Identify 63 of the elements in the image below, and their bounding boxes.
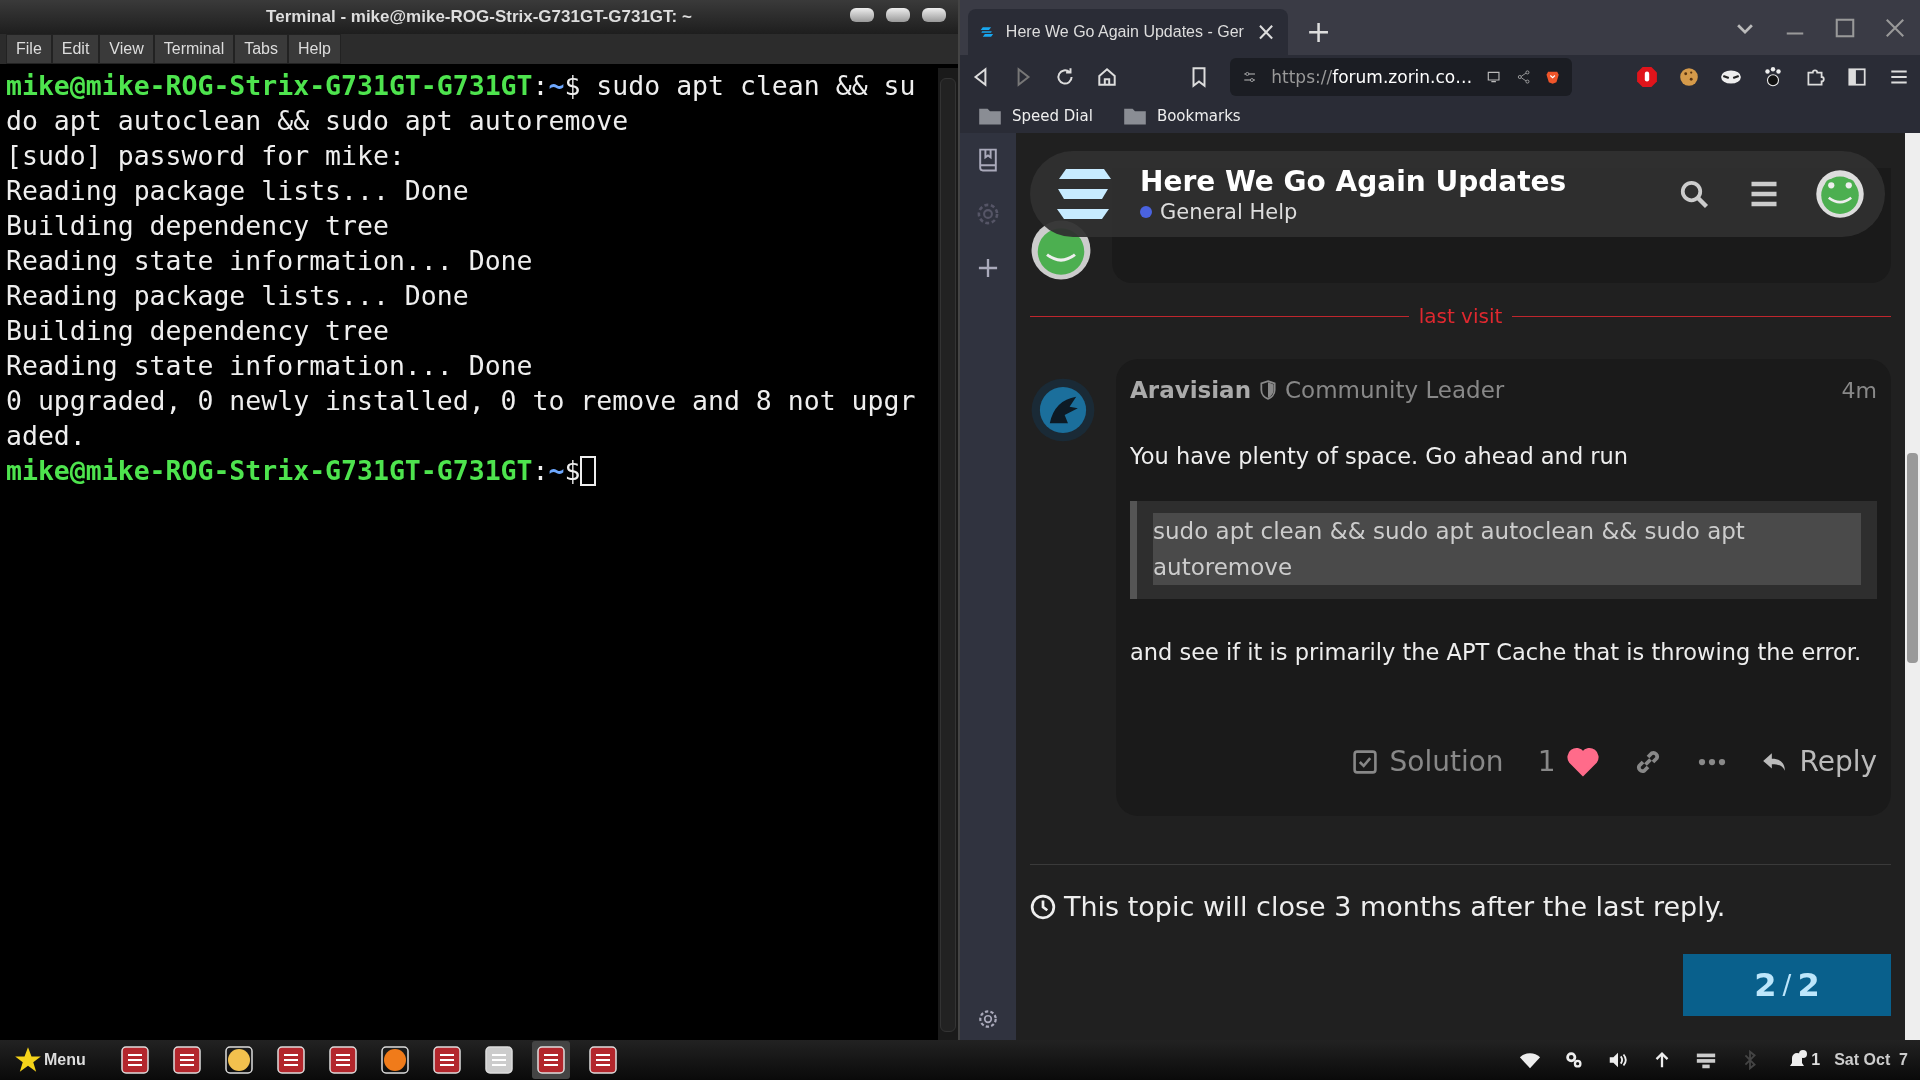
window-title: Terminal - mike@mike-ROG-Strix-G731GT-G731GT: ~ <box>266 7 692 27</box>
cookie-icon[interactable] <box>1678 66 1700 88</box>
terminal-line: do apt autoclean && sudo apt autoremove <box>6 104 630 138</box>
terminal-line: Building dependency tree <box>6 314 390 348</box>
close-icon[interactable] <box>1884 17 1906 39</box>
terminal-line: Reading package lists... Done <box>6 174 470 208</box>
terminal-line: 0 upgraded, 0 newly installed, 0 to remove and 8 not upgr <box>6 384 917 418</box>
share-icon[interactable] <box>1515 67 1531 87</box>
checkbox-icon <box>1351 748 1378 775</box>
topic-title[interactable]: Here We Go Again Updates <box>1140 164 1567 198</box>
menu-item[interactable]: Terminal <box>153 34 235 64</box>
author-name[interactable]: Aravisian <box>1130 377 1251 403</box>
menu-item[interactable]: File <box>6 34 52 64</box>
browser-tab[interactable]: Here We Go Again Updates - Ger × <box>968 9 1288 55</box>
settings-icon[interactable] <box>977 1008 999 1030</box>
maximize-icon[interactable] <box>1834 17 1856 39</box>
tab-title: Here We Go Again Updates - Ger <box>1005 23 1244 41</box>
terminal-line: mike@mike-ROG-Strix-G731GT-G731GT:~$ <box>6 453 938 488</box>
folder-icon <box>978 106 1002 126</box>
post-text: and see if it is primarily the APT Cache that is throwing the error. <box>1130 639 1863 665</box>
menu-item[interactable]: Edit <box>51 34 100 64</box>
terminal-line: mike@mike-ROG-Strix-G731GT-G731GT:~$ sudo apt clean && su <box>6 69 917 103</box>
menu-item[interactable]: View <box>99 34 154 64</box>
maximize-button[interactable] <box>886 8 910 22</box>
search-icon[interactable] <box>1679 179 1709 209</box>
bookmark-folder[interactable]: Bookmarks <box>1122 106 1241 126</box>
tab-close-button[interactable]: × <box>1255 18 1276 46</box>
clock[interactable]: Sat Oct 7 <box>1834 1051 1908 1069</box>
bookmark-folder[interactable]: Speed Dial <box>978 106 1093 126</box>
folder-icon <box>1122 106 1147 126</box>
stop-hand-icon[interactable] <box>1636 66 1658 88</box>
scrollbar[interactable] <box>938 68 958 1040</box>
terminal-line: aded. <box>6 419 87 453</box>
solution-button[interactable]: Solution <box>1351 745 1504 778</box>
terminal-line: Building dependency tree <box>6 209 390 243</box>
topic-close-notice: This topic will close 3 months after the last reply. <box>1064 891 1726 922</box>
terminal-line: [sudo] password for mike: <box>6 139 406 173</box>
shield-icon <box>1259 380 1277 400</box>
timeline-button[interactable]: 2 / 2 <box>1683 954 1891 1016</box>
address-bar[interactable]: https://forum.zorin.co… <box>1230 58 1572 96</box>
user-title: Community Leader <box>1285 377 1505 403</box>
minimize-button[interactable] <box>850 8 874 22</box>
star-icon <box>14 1046 42 1074</box>
notification-indicator[interactable]: 1 <box>1785 1048 1821 1072</box>
scrollbar[interactable] <box>1905 133 1920 1040</box>
close-button[interactable] <box>922 8 946 22</box>
code-text: sudo apt clean && sudo apt autoclean && sudo apt autoremove <box>1153 513 1861 585</box>
terminal-line: Reading state information... Done <box>6 349 534 383</box>
terminal-line: Reading state information... Done <box>6 244 534 278</box>
category-link[interactable]: General Help <box>1140 199 1567 224</box>
reply-button[interactable]: Reply <box>1761 745 1877 778</box>
menu-item[interactable]: Tabs <box>234 34 288 64</box>
menu-icon[interactable] <box>1749 179 1779 209</box>
terminal-line: Reading package lists... Done <box>6 279 470 313</box>
start-menu-button[interactable]: Menu <box>8 1045 92 1075</box>
like-button[interactable]: 1 <box>1537 745 1600 778</box>
post-time[interactable]: 4m <box>1841 377 1877 403</box>
clock-icon <box>1030 893 1056 920</box>
post-text: You have plenty of space. Go ahead and run <box>1130 443 1630 469</box>
home-icon[interactable] <box>1096 66 1118 88</box>
sidebar-icon[interactable] <box>1846 66 1868 88</box>
new-tab-button[interactable]: + <box>1306 14 1332 49</box>
menu-item[interactable]: Help <box>288 34 341 64</box>
